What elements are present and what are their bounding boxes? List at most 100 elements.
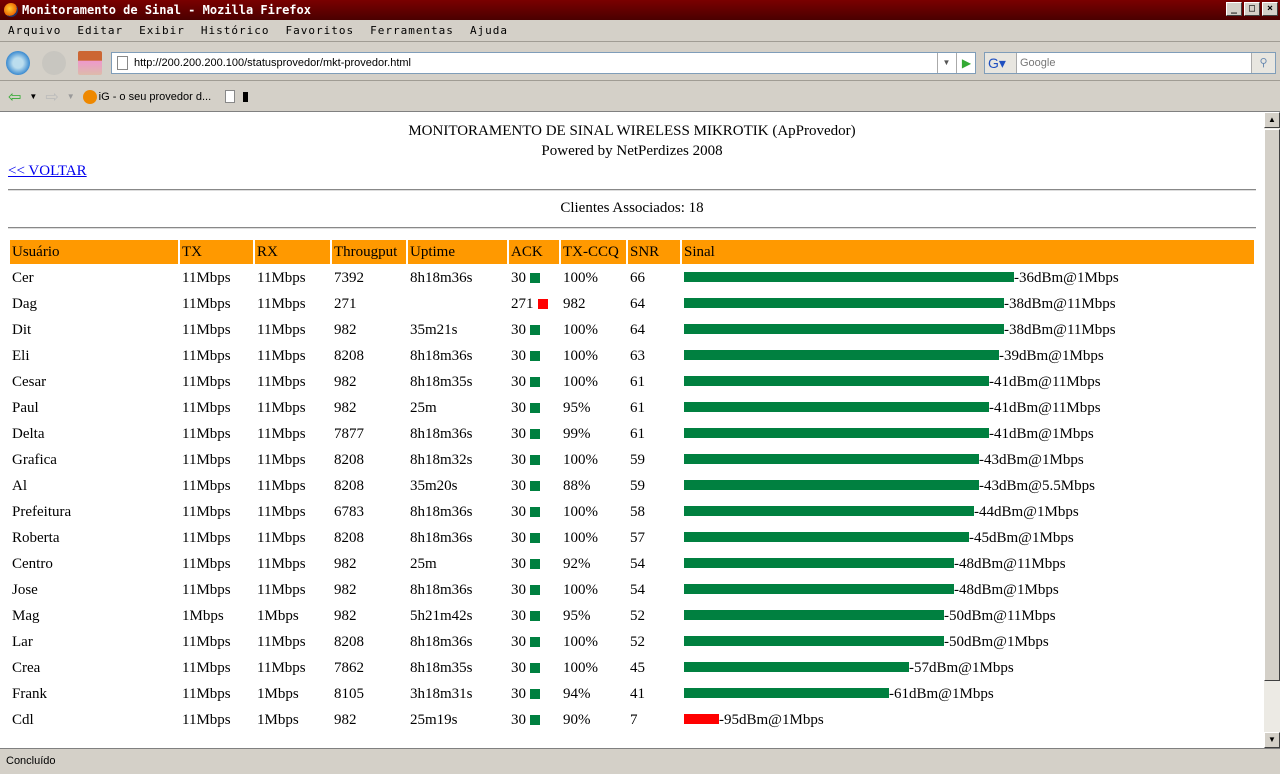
cell-snr: 61 — [630, 425, 645, 442]
cell-uptime: 35m21s — [410, 321, 458, 338]
menu-favoritos[interactable]: Favoritos — [285, 24, 354, 37]
table-row: Dag 11Mbps 11Mbps 271 271 982 64 -38dBm@11Mbps — [10, 292, 1254, 316]
table-row: Jose 11Mbps 11Mbps 982 8h18m36s 30 100% 54 -48dB… — [10, 578, 1254, 602]
signal-bar — [684, 583, 954, 594]
back-icon[interactable]: ⇦ — [8, 87, 21, 107]
signal-label: -48dBm@1Mbps — [954, 581, 1059, 598]
table-row: Delta 11Mbps 11Mbps 7877 8h18m36s 30 99% 61 -41d… — [10, 422, 1254, 446]
cell-tx: 11Mbps — [182, 295, 231, 312]
signal-bar — [684, 427, 989, 438]
signal-bar — [684, 505, 974, 516]
vertical-scrollbar[interactable]: ▲ ▼ — [1264, 112, 1280, 748]
cell-tx: 11Mbps — [182, 425, 231, 442]
cell-uptime: 3h18m31s — [410, 685, 473, 702]
menu-arquivo[interactable]: Arquivo — [8, 24, 61, 37]
scroll-down-icon[interactable]: ▼ — [1264, 732, 1280, 748]
scroll-up-icon[interactable]: ▲ — [1264, 112, 1280, 128]
cell-user: Prefeitura — [12, 503, 72, 520]
cell-snr: 66 — [630, 269, 645, 286]
google-engine-icon[interactable]: G▾ — [985, 53, 1017, 73]
ack-value: 30 — [511, 529, 526, 546]
stop-icon[interactable] — [42, 51, 66, 75]
col-usuario: Usuário — [10, 240, 178, 264]
cell-user: Cdl — [12, 711, 34, 728]
signal-bar — [684, 323, 1004, 334]
cell-user: Lar — [12, 633, 33, 650]
cell-throughput: 8208 — [334, 633, 364, 650]
cell-signal: -50dBm@1Mbps — [682, 630, 1254, 654]
menu-editar[interactable]: Editar — [77, 24, 123, 37]
cell-uptime: 8h18m36s — [410, 269, 473, 286]
cell-signal: -44dBm@1Mbps — [682, 500, 1254, 524]
menu-exibir[interactable]: Exibir — [139, 24, 185, 37]
cell-snr: 59 — [630, 451, 645, 468]
cell-ack: 30 — [509, 500, 559, 524]
ack-status-indicator — [530, 532, 540, 543]
menu-ajuda[interactable]: Ajuda — [470, 24, 508, 37]
col-rx: RX — [255, 240, 330, 264]
cell-uptime: 8h18m35s — [410, 659, 473, 676]
cell-tx: 11Mbps — [182, 581, 231, 598]
signal-label: -50dBm@1Mbps — [944, 633, 1049, 650]
close-button[interactable]: × — [1262, 2, 1278, 16]
cell-txccq: 100% — [563, 633, 598, 650]
cell-signal: -43dBm@5.5Mbps — [682, 474, 1254, 498]
cell-tx: 11Mbps — [182, 503, 231, 520]
cell-txccq: 92% — [563, 555, 591, 572]
search-icon[interactable]: ⚲ — [1251, 53, 1275, 73]
page-content: MONITORAMENTO DE SINAL WIRELESS MIKROTIK… — [0, 112, 1264, 748]
cell-user: Mag — [12, 607, 40, 624]
signal-bar — [684, 271, 1014, 282]
url-bar[interactable]: http://200.200.200.100/statusprovedor/mk… — [111, 52, 976, 74]
back-link[interactable]: << VOLTAR — [8, 163, 87, 179]
cell-throughput: 982 — [334, 581, 357, 598]
forward-dropdown-icon[interactable]: ▼ — [67, 92, 75, 101]
cell-signal: -39dBm@1Mbps — [682, 344, 1254, 368]
cell-throughput: 6783 — [334, 503, 364, 520]
cell-signal: -36dBm@1Mbps — [682, 266, 1254, 290]
bookmark-page-icon[interactable] — [225, 90, 236, 103]
scroll-thumb[interactable] — [1264, 129, 1280, 681]
col-uptime: Uptime — [408, 240, 507, 264]
cell-throughput: 7862 — [334, 659, 364, 676]
signal-bar — [684, 635, 944, 646]
cell-throughput: 982 — [334, 555, 357, 572]
reload-icon[interactable] — [6, 51, 30, 75]
col-sinal: Sinal — [682, 240, 1254, 264]
page-title: MONITORAMENTO DE SINAL WIRELESS MIKROTIK… — [408, 123, 856, 139]
forward-icon[interactable]: ⇨ — [45, 87, 58, 107]
cell-tx: 11Mbps — [182, 477, 231, 494]
bookmark-black-icon[interactable] — [243, 91, 249, 102]
cell-uptime: 8h18m36s — [410, 425, 473, 442]
bookmark-ig[interactable]: iG - o seu provedor d... — [99, 91, 212, 103]
back-dropdown-icon[interactable]: ▼ — [29, 92, 37, 101]
page-subtitle: Powered by NetPerdizes 2008 — [541, 143, 723, 159]
ack-status-indicator — [530, 324, 540, 335]
minimize-button[interactable]: _ — [1226, 2, 1242, 16]
maximize-button[interactable]: □ — [1244, 2, 1260, 16]
ack-value: 30 — [511, 555, 526, 572]
col-tx: TX — [180, 240, 253, 264]
cell-uptime: 8h18m32s — [410, 451, 473, 468]
cell-signal: -41dBm@1Mbps — [682, 422, 1254, 446]
menu-historico[interactable]: Histórico — [201, 24, 270, 37]
cell-snr: 52 — [630, 633, 645, 650]
ack-status-indicator — [530, 480, 540, 491]
menu-ferramentas[interactable]: Ferramentas — [370, 24, 454, 37]
search-input[interactable]: Google — [1017, 57, 1251, 69]
cell-user: Dag — [12, 295, 37, 312]
home-icon[interactable] — [78, 51, 102, 75]
cell-tx: 11Mbps — [182, 321, 231, 338]
url-text[interactable]: http://200.200.200.100/statusprovedor/mk… — [134, 57, 411, 69]
ack-value: 30 — [511, 321, 526, 338]
cell-tx: 1Mbps — [182, 607, 224, 624]
cell-tx: 11Mbps — [182, 529, 231, 546]
table-row: Roberta 11Mbps 11Mbps 8208 8h18m36s 30 100% 57 -… — [10, 526, 1254, 550]
ack-status-indicator — [530, 428, 540, 439]
cell-snr: 54 — [630, 581, 645, 598]
go-icon[interactable]: ▶ — [956, 53, 976, 73]
search-bar[interactable]: G▾ Google ⚲ — [984, 52, 1276, 74]
signal-bar — [684, 609, 944, 620]
url-dropdown-icon[interactable]: ▼ — [937, 53, 955, 73]
cell-ack: 30 — [509, 422, 559, 446]
